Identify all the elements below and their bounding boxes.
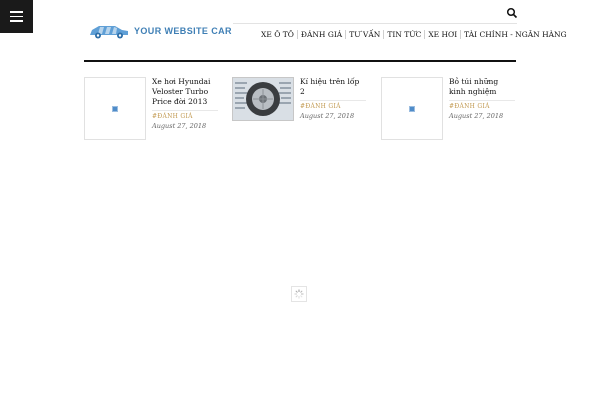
post-title[interactable]: Kí hiệu trên lốp 2 — [300, 77, 366, 97]
post-title[interactable]: Bỏ túi những kinh nghiệm — [449, 77, 515, 97]
post-card: Bỏ túi những kinh nghiệm #ĐÁNH GIÁ Augus… — [381, 77, 517, 143]
post-card: Xe hơi Hyundai Veloster Turbo Price đời … — [84, 77, 224, 143]
post-card: Kí hiệu trên lốp 2 #ĐÁNH GIÁ August 27, … — [232, 77, 372, 143]
nav-item-tai-chinh-ngan-hang[interactable]: TÀI CHÍNH - NGÂN HÀNG — [461, 30, 569, 39]
nav-item-xe-hoi[interactable]: XE HƠI — [425, 30, 460, 39]
image-placeholder-icon — [409, 105, 415, 112]
site-logo[interactable]: YOUR WEBSITE CAR — [88, 23, 232, 39]
section-divider — [84, 60, 516, 62]
image-placeholder-icon — [112, 105, 118, 112]
loading-indicator — [291, 286, 307, 302]
menu-toggle-button[interactable] — [0, 0, 33, 33]
post-body: Kí hiệu trên lốp 2 #ĐÁNH GIÁ August 27, … — [300, 77, 366, 120]
post-date: August 27, 2018 — [449, 112, 504, 120]
nav-item-danh-gia[interactable]: ĐÁNH GIÁ — [298, 30, 345, 39]
post-date: August 27, 2018 — [152, 122, 207, 130]
post-rule — [449, 100, 515, 101]
main-nav: XE Ô TÔ ĐÁNH GIÁ TƯ VẤN TIN TỨC XE HƠI T… — [258, 26, 570, 42]
car-logo-icon — [90, 26, 128, 39]
post-body: Xe hơi Hyundai Veloster Turbo Price đời … — [152, 77, 218, 130]
post-body: Bỏ túi những kinh nghiệm #ĐÁNH GIÁ Augus… — [449, 77, 515, 120]
post-rule — [300, 100, 366, 101]
post-category[interactable]: #ĐÁNH GIÁ — [300, 103, 366, 110]
tire-image — [233, 78, 293, 120]
post-thumbnail[interactable] — [84, 77, 146, 140]
post-category[interactable]: #ĐÁNH GIÁ — [449, 103, 515, 110]
post-thumbnail[interactable] — [232, 77, 294, 121]
post-title[interactable]: Xe hơi Hyundai Veloster Turbo Price đời … — [152, 77, 218, 107]
post-category[interactable]: #ĐÁNH GIÁ — [152, 113, 218, 120]
nav-item-tin-tuc[interactable]: TIN TỨC — [384, 30, 424, 39]
nav-item-tu-van[interactable]: TƯ VẤN — [346, 30, 383, 39]
nav-item-xe-o-to[interactable]: XE Ô TÔ — [258, 30, 297, 39]
header-separator — [233, 23, 517, 24]
search-icon[interactable] — [506, 7, 518, 19]
spinner-icon — [294, 289, 304, 299]
post-rule — [152, 110, 218, 111]
logo-text: YOUR WEBSITE CAR — [134, 26, 232, 36]
post-date: August 27, 2018 — [300, 112, 355, 120]
hamburger-icon — [10, 11, 23, 13]
post-thumbnail[interactable] — [381, 77, 443, 140]
